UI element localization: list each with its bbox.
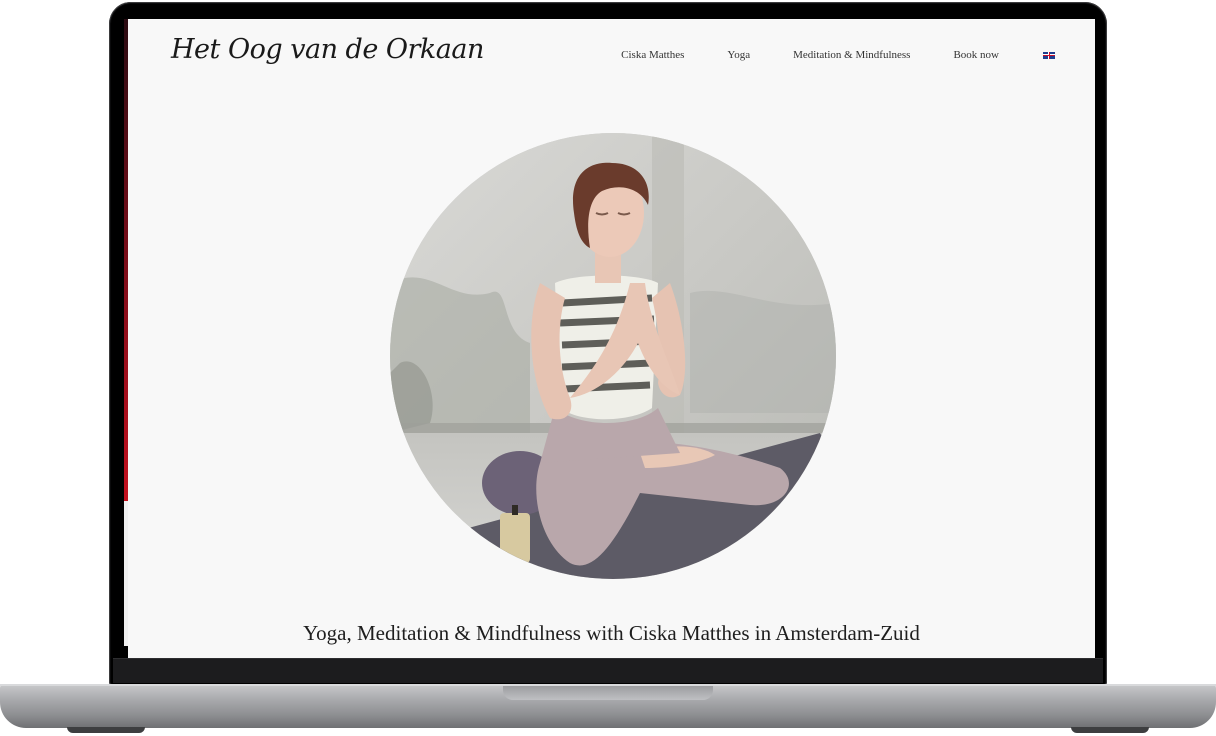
laptop-foot-right: [1071, 727, 1149, 733]
nav-item-book-now[interactable]: Book now: [953, 49, 999, 61]
uk-flag-icon[interactable]: [1043, 51, 1055, 59]
meditating-woman-photo: [390, 133, 836, 579]
browser-viewport: Het Oog van de Orkaan Ciska Matthes Yoga…: [128, 19, 1095, 658]
main-navigation: Ciska Matthes Yoga Meditation & Mindfuln…: [578, 49, 1055, 61]
nav-item-yoga[interactable]: Yoga: [727, 49, 750, 61]
nav-item-meditation-mindfulness[interactable]: Meditation & Mindfulness: [793, 49, 910, 61]
hero-photo: [390, 133, 836, 579]
laptop-opening-notch: [503, 686, 713, 700]
laptop-mockup: Het Oog van de Orkaan Ciska Matthes Yoga…: [0, 0, 1216, 736]
hero-tagline: Yoga, Meditation & Mindfulness with Cisk…: [303, 621, 920, 645]
laptop-foot-left: [67, 727, 145, 733]
nav-item-ciska-matthes[interactable]: Ciska Matthes: [621, 49, 684, 61]
site-logo[interactable]: Het Oog van de Orkaan: [171, 34, 484, 65]
screen-bottom-bezel: [113, 658, 1103, 683]
